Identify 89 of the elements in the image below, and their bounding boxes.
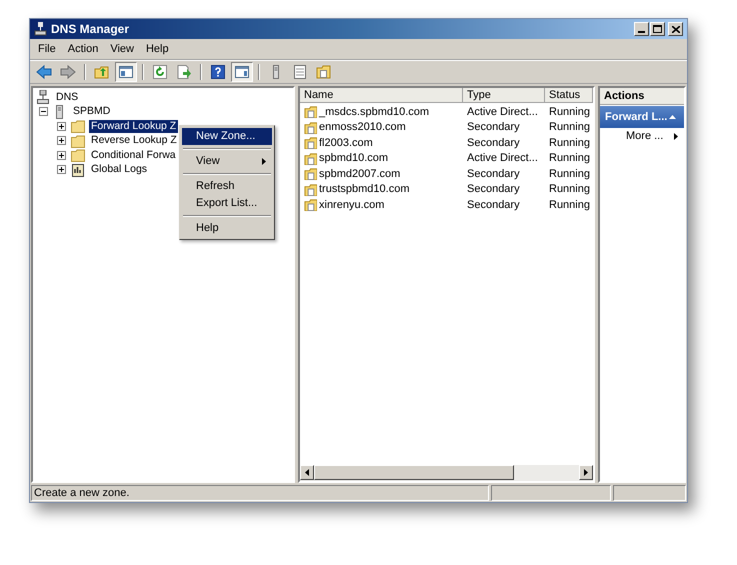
close-button[interactable] [668, 22, 683, 36]
table-cell-text: Running [549, 182, 590, 197]
table-cell-text: Active Direct... [467, 104, 538, 120]
more-actions-link[interactable]: More ... [626, 128, 664, 145]
expand-box-icon[interactable] [57, 150, 66, 160]
tree-item[interactable]: Conditional Forwa [89, 148, 178, 162]
scroll-thumb[interactable] [314, 465, 514, 480]
menu-item[interactable]: Export List... [182, 195, 272, 212]
log-book-icon [71, 162, 85, 177]
table-cell-text: Running [549, 198, 590, 212]
action-pane-icon [234, 64, 250, 80]
table-cell-text: Secondary [467, 198, 520, 212]
dns-icon [34, 22, 47, 36]
zone-folder-icon [304, 198, 317, 212]
refresh-icon [152, 64, 168, 80]
minimize-icon [638, 31, 645, 33]
help-icon [210, 64, 226, 80]
table-cell-text: enmoss2010.com [319, 120, 406, 135]
table-cell-text: Running [549, 104, 590, 120]
column-header[interactable]: Status [545, 88, 593, 103]
right-arrow-icon [584, 469, 588, 476]
tree-item[interactable]: Global Logs [89, 163, 150, 176]
expand-box-icon[interactable] [57, 165, 66, 174]
menu-item[interactable]: View [104, 38, 140, 60]
folder-icon [71, 148, 85, 162]
toolbar-button[interactable] [115, 62, 137, 82]
close-icon [672, 26, 680, 32]
table-cell-text: Active Direct... [467, 151, 538, 166]
folder-up-icon [94, 64, 110, 80]
dns-icon [36, 90, 50, 104]
expand-box-icon[interactable] [57, 122, 66, 131]
list-view-icon [292, 64, 308, 80]
minimize-button[interactable] [634, 22, 649, 36]
expand-box-icon[interactable] [57, 136, 66, 146]
scroll-left-button[interactable] [300, 465, 314, 480]
menu-item[interactable]: Action [62, 38, 104, 60]
back-arrow-icon [36, 64, 52, 80]
zone-folder-icon [316, 64, 332, 80]
table-cell-text: Secondary [467, 136, 520, 150]
maximize-icon [653, 25, 662, 33]
table-cell-text: Running [549, 120, 590, 135]
scroll-right-button[interactable] [579, 465, 593, 480]
table-cell-text: Running [549, 151, 590, 166]
actions-header: Actions [600, 88, 684, 105]
folder-icon [71, 119, 85, 134]
tree-item[interactable]: Forward Lookup Z [89, 120, 178, 133]
table-cell-text: Secondary [467, 182, 520, 197]
collapse-box-icon[interactable] [39, 107, 48, 116]
submenu-arrow-icon [674, 133, 678, 140]
zone-folder-icon [304, 182, 317, 196]
tree-pane-icon [118, 64, 134, 80]
status-text: Create a new zone. [34, 487, 130, 499]
tree-item[interactable]: Reverse Lookup Z [89, 134, 179, 148]
menu-item[interactable]: Help [182, 220, 272, 237]
table-cell-text: trustspbmd10.com [319, 182, 410, 197]
horizontal-scrollbar[interactable] [300, 465, 593, 481]
zone-folder-icon [304, 105, 317, 118]
toolbar-button[interactable] [231, 62, 253, 82]
actions-section[interactable]: Forward L... [600, 106, 684, 128]
column-header[interactable]: Name [300, 88, 463, 103]
zone-folder-icon [304, 152, 317, 165]
menu-item[interactable]: Help [140, 38, 175, 60]
table-cell-text: spbmd10.com [319, 151, 388, 166]
window-title: DNS Manager [51, 21, 130, 38]
table-cell-text: _msdcs.spbmd10.com [319, 104, 430, 120]
tree-item[interactable]: DNS [54, 90, 80, 104]
forward-arrow-icon [60, 64, 76, 80]
collapse-arrow-icon[interactable] [669, 115, 676, 119]
table-cell-text: Running [549, 136, 590, 150]
table-cell-text: fl2003.com [319, 136, 373, 150]
tree-item[interactable]: SPBMD [71, 105, 112, 118]
table-cell-text: Secondary [467, 120, 520, 135]
menu-item[interactable]: Refresh [182, 178, 272, 195]
table-cell-text: xinrenyu.com [319, 198, 384, 212]
left-arrow-icon [305, 469, 309, 476]
maximize-button[interactable] [650, 22, 665, 36]
table-cell-text: Running [549, 166, 590, 182]
menu-item[interactable]: View [182, 153, 272, 170]
folder-icon [71, 134, 85, 148]
section-title: Forward L... [605, 110, 668, 125]
table-cell-text: Secondary [467, 166, 520, 182]
export-list-icon [176, 64, 192, 80]
table-cell-text: spbmd2007.com [319, 166, 400, 182]
menu-item[interactable]: New Zone... [182, 128, 272, 145]
zone-folder-icon [304, 136, 317, 150]
zone-folder-icon [304, 167, 317, 180]
zone-folder-icon [304, 120, 317, 134]
column-header[interactable]: Type [463, 88, 545, 103]
menu-item[interactable]: File [32, 38, 62, 60]
